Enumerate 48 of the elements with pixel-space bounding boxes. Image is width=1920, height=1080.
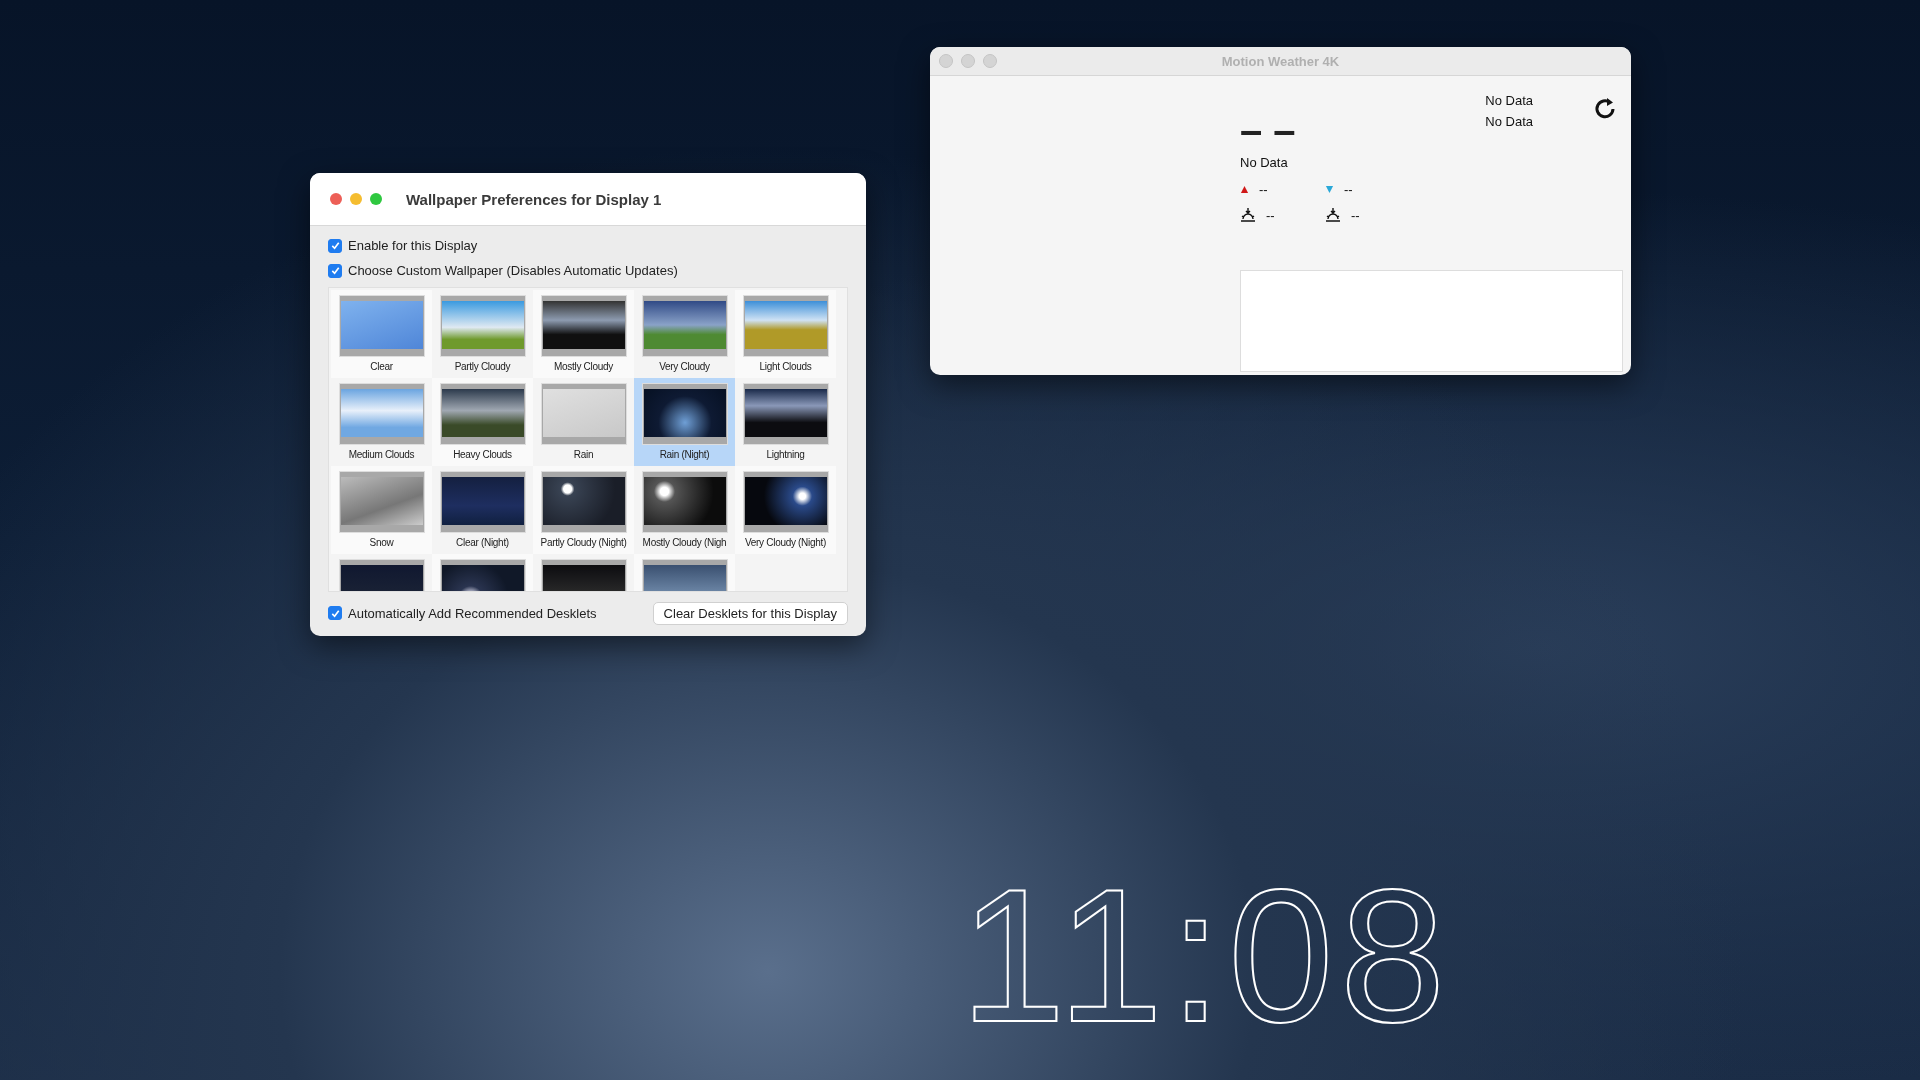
checkbox-label: Automatically Add Recommended Desklets xyxy=(348,605,597,621)
wallpaper-label: Rain xyxy=(573,449,594,461)
wallpaper-tile[interactable]: Snow xyxy=(331,466,432,555)
clear-desklets-button[interactable]: Clear Desklets for this Display xyxy=(652,601,848,625)
wallpaper-label: Rain (Night) xyxy=(659,449,710,461)
sunrise-time: -- xyxy=(1266,207,1275,223)
clock-text: 11:08 xyxy=(960,860,1452,1050)
up-triangle-icon xyxy=(1240,185,1249,194)
window-title: Wallpaper Preferences for Display 1 xyxy=(406,190,662,208)
sunrise-icon xyxy=(1240,207,1256,223)
wallpaper-tile[interactable]: Partly Cloudy (Night) xyxy=(533,466,634,555)
wallpaper-label: Snow xyxy=(369,537,394,549)
close-button[interactable] xyxy=(330,193,342,205)
status-text: No Data xyxy=(1485,93,1533,108)
wallpaper-label: Partly Cloudy xyxy=(454,361,511,373)
wallpaper-tile[interactable]: Heavy Clouds xyxy=(432,378,533,467)
wallpaper-label: Medium Clouds xyxy=(348,449,415,461)
checkbox-label: Choose Custom Wallpaper (Disables Automatic Updates) xyxy=(348,263,678,279)
wallpaper-label: Mostly Cloudy xyxy=(554,361,613,373)
wallpaper-label: Very Cloudy (Night) xyxy=(745,537,826,549)
low-temperature: -- xyxy=(1344,182,1353,197)
condition-text: No Data xyxy=(1240,155,1288,170)
wallpaper-label: Mostly Cloudy (Nigh xyxy=(642,537,727,549)
high-temperature: -- xyxy=(1259,182,1268,197)
wallpaper-tile[interactable]: Light Clouds xyxy=(735,290,836,379)
refresh-icon[interactable] xyxy=(1593,96,1617,120)
wallpaper-label: Clear xyxy=(370,361,393,373)
wallpaper-label: Lightning xyxy=(766,449,805,461)
checkbox-label: Enable for this Display xyxy=(348,238,478,254)
wallpaper-label: Light Clouds xyxy=(759,361,812,373)
temperature-text: – – xyxy=(1240,115,1296,145)
window-title: Motion Weather 4K xyxy=(1221,53,1340,69)
wallpaper-tile[interactable]: Clear xyxy=(331,290,432,379)
wallpaper-label: Heavy Clouds xyxy=(453,449,512,461)
wallpaper-tile[interactable]: Mostly Cloudy xyxy=(533,290,634,379)
wallpaper-tile[interactable]: Very Cloudy (Night) xyxy=(735,466,836,555)
sunset-icon xyxy=(1325,207,1341,223)
checkbox[interactable] xyxy=(328,606,342,620)
wallpaper-label: Partly Cloudy (Night) xyxy=(540,537,627,549)
wallpaper-label: Very Cloudy xyxy=(659,361,710,373)
checkbox[interactable] xyxy=(328,238,342,253)
sunset-time: -- xyxy=(1351,207,1360,223)
checkbox[interactable] xyxy=(328,263,342,278)
zoom-button[interactable] xyxy=(370,193,382,205)
down-triangle-icon xyxy=(1325,185,1334,194)
status-text: No Data xyxy=(1485,114,1533,129)
wallpaper-label: Clear (Night) xyxy=(456,537,509,549)
wallpaper-tile[interactable]: Rain (Night) xyxy=(634,378,735,467)
